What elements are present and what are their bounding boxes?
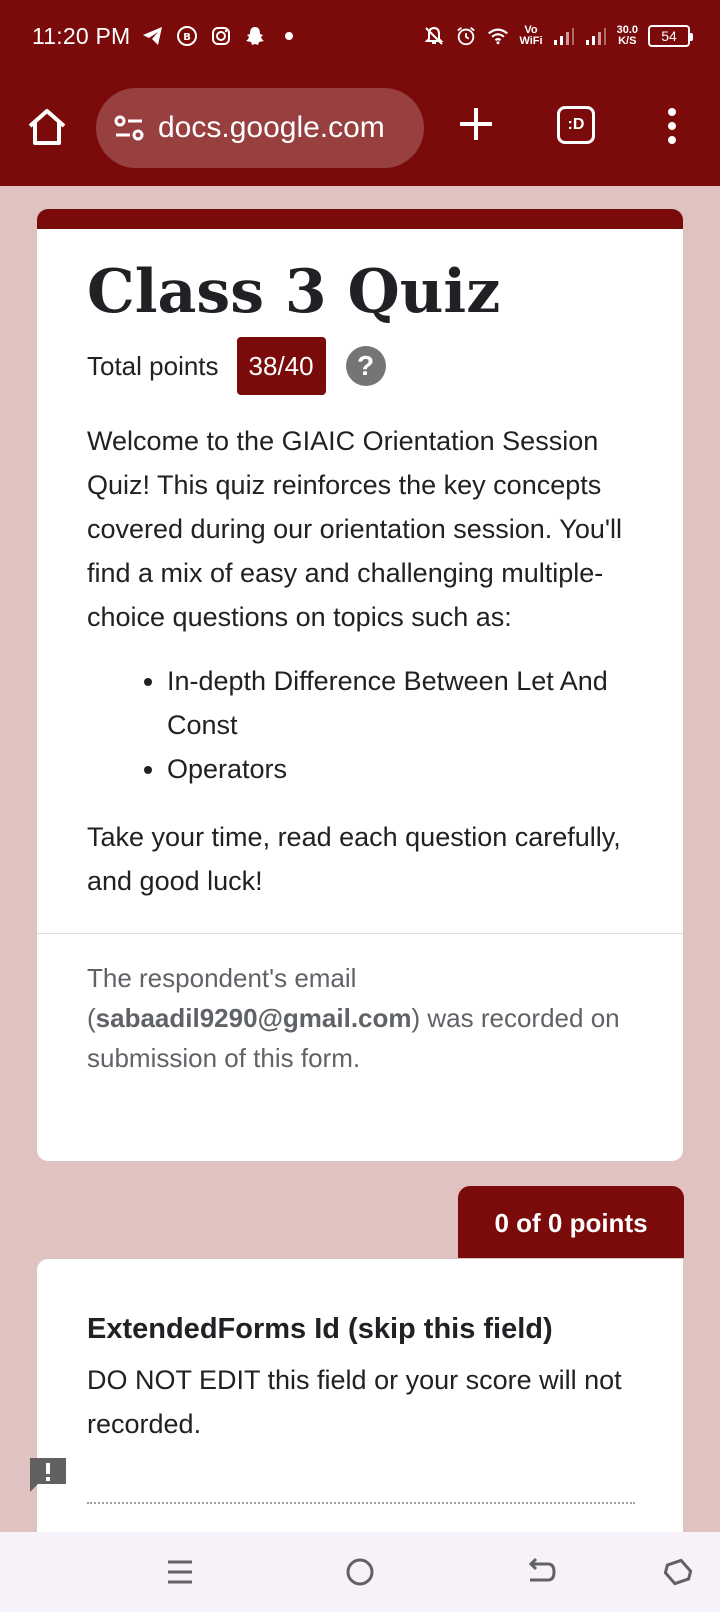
total-points-badge: 38/40	[236, 337, 326, 395]
wifi-icon	[487, 25, 509, 47]
alarm-icon	[455, 25, 477, 47]
total-points-row: Total points 38/40 ?	[87, 337, 683, 395]
telegram-icon	[142, 25, 164, 47]
bell-off-icon	[423, 25, 445, 47]
svg-text:B: B	[184, 32, 192, 43]
total-points-label: Total points	[87, 350, 219, 381]
status-left: 11:20 PM B	[32, 23, 300, 50]
plus-icon	[460, 108, 492, 140]
header-color-band	[37, 209, 683, 229]
address-bar[interactable]: docs.google.com	[96, 88, 424, 168]
feedback-icon	[30, 1458, 66, 1492]
form-closing-text: Take your time, read each question caref…	[87, 822, 621, 896]
network-speed: 30.0 K/S	[616, 24, 638, 47]
form-description: Welcome to the GIAIC Orientation Session…	[87, 426, 623, 632]
back-button[interactable]	[522, 1554, 558, 1590]
answer-input[interactable]	[87, 1502, 635, 1504]
home-button[interactable]	[26, 106, 68, 148]
help-icon[interactable]: ?	[345, 346, 386, 386]
email-note: The respondent's email (sabaadil9290@gma…	[87, 963, 620, 1073]
battery-icon: 54	[648, 25, 693, 47]
signal-2-icon	[585, 25, 607, 47]
divider	[37, 933, 683, 934]
question-points-badge: 0 of 0 points	[458, 1186, 684, 1260]
question-description: DO NOT EDIT this field or your score wil…	[87, 1365, 622, 1439]
tab-switcher-button[interactable]: :D	[557, 106, 595, 144]
respondent-email: sabaadil9290@gmail.com	[95, 1003, 412, 1033]
menu-icon	[168, 1560, 192, 1584]
snapchat-icon	[244, 25, 266, 47]
back-icon	[528, 1557, 556, 1582]
home-icon	[28, 109, 66, 145]
topics-list: In-depth Difference Between Let And Cons…	[167, 659, 639, 791]
vowifi-label: Vo WiFi	[519, 24, 543, 47]
browser-menu-button[interactable]	[660, 106, 684, 146]
home-nav-button[interactable]	[342, 1554, 378, 1590]
bip-icon: B	[176, 25, 198, 47]
url-text: docs.google.com	[158, 111, 385, 144]
recent-apps-button[interactable]	[162, 1554, 198, 1590]
status-time: 11:20 PM	[32, 22, 131, 49]
rotate-icon	[663, 1558, 693, 1586]
signal-icon	[553, 25, 575, 47]
list-item: Operators	[167, 747, 639, 791]
form-header-card: Class 3 Quiz Total points 38/40 ? Welcom…	[36, 208, 684, 1162]
system-nav-bar	[0, 1532, 720, 1612]
feedback-button[interactable]	[28, 1456, 68, 1494]
status-bar: 11:20 PM B Vo WiFi 30.0 K/S 54	[0, 0, 720, 72]
browser-toolbar: docs.google.com :D	[0, 72, 720, 186]
instagram-icon	[210, 25, 232, 47]
site-settings-icon[interactable]	[112, 111, 146, 145]
rotate-button[interactable]	[660, 1554, 696, 1590]
dot-icon	[278, 25, 300, 47]
question-title: ExtendedForms Id (skip this field)	[87, 1313, 553, 1345]
more-vert-icon	[668, 108, 676, 144]
circle-icon	[346, 1558, 374, 1586]
status-right: Vo WiFi 30.0 K/S 54	[423, 24, 693, 47]
list-item: In-depth Difference Between Let And Cons…	[167, 659, 639, 747]
page-title: Class 3 Quiz	[87, 257, 501, 327]
new-tab-button[interactable]	[456, 104, 496, 144]
